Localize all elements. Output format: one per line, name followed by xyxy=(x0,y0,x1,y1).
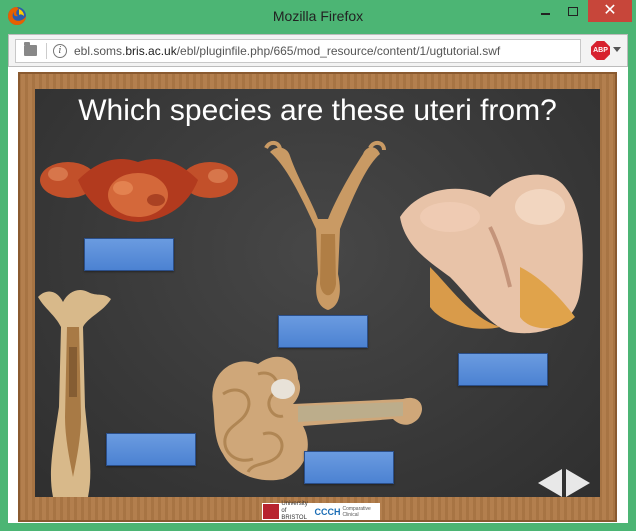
uterus-specimen-2 xyxy=(264,141,386,310)
maximize-button[interactable] xyxy=(560,0,586,22)
question-title: Which species are these uteri from? xyxy=(78,94,557,127)
page-content: Which species are these uteri from? Univ… xyxy=(8,67,628,523)
answer-box-5[interactable] xyxy=(304,451,394,484)
footer-logos: University of BRISTOL CCCH Comparative C… xyxy=(262,501,380,521)
url-domain: bris.ac.uk xyxy=(125,44,177,58)
site-info-icon[interactable]: i xyxy=(53,44,67,58)
ccch-logo-text: CCCH xyxy=(314,506,341,517)
adblock-plus-icon[interactable]: ABP xyxy=(591,41,610,60)
previous-slide-arrow-icon[interactable] xyxy=(538,469,562,497)
university-crest-icon xyxy=(263,504,280,519)
adblock-dropdown-icon[interactable] xyxy=(613,47,621,52)
maximize-icon xyxy=(568,6,578,16)
url-path: /ebl/pluginfile.php/665/mod_resource/con… xyxy=(176,44,501,58)
minimize-button[interactable] xyxy=(532,0,558,22)
uterus-specimen-3 xyxy=(400,174,583,334)
answer-box-2[interactable] xyxy=(278,315,368,348)
minimize-icon xyxy=(540,13,550,15)
close-icon: ✕ xyxy=(603,2,617,19)
navigation-toolbar: i ebl.soms.bris.ac.uk/ebl/pluginfile.php… xyxy=(8,34,628,67)
title-bar: Mozilla Firefox ✕ xyxy=(0,0,636,32)
next-slide-arrow-icon[interactable] xyxy=(566,469,590,497)
browser-window: Mozilla Firefox ✕ i ebl.soms.bris.ac.uk/… xyxy=(0,0,636,531)
url-field[interactable]: i ebl.soms.bris.ac.uk/ebl/pluginfile.php… xyxy=(15,39,581,63)
url-separator xyxy=(46,43,47,59)
url-text[interactable]: ebl.soms.bris.ac.uk/ebl/pluginfile.php/6… xyxy=(74,44,500,58)
uterus-specimen-1 xyxy=(40,159,238,222)
answer-box-1[interactable] xyxy=(84,238,174,271)
close-button[interactable]: ✕ xyxy=(588,0,632,22)
chalkboard-frame: Which species are these uteri from? Univ… xyxy=(18,72,617,522)
page-icon xyxy=(24,42,37,56)
answer-box-3[interactable] xyxy=(458,353,548,386)
ccch-logo-subtext: Comparative Clinical xyxy=(342,505,371,518)
uterus-specimen-4 xyxy=(38,290,111,497)
answer-box-4[interactable] xyxy=(106,433,196,466)
url-prefix: ebl.soms. xyxy=(74,44,126,58)
university-logo-text: University of BRISTOL xyxy=(281,501,308,521)
